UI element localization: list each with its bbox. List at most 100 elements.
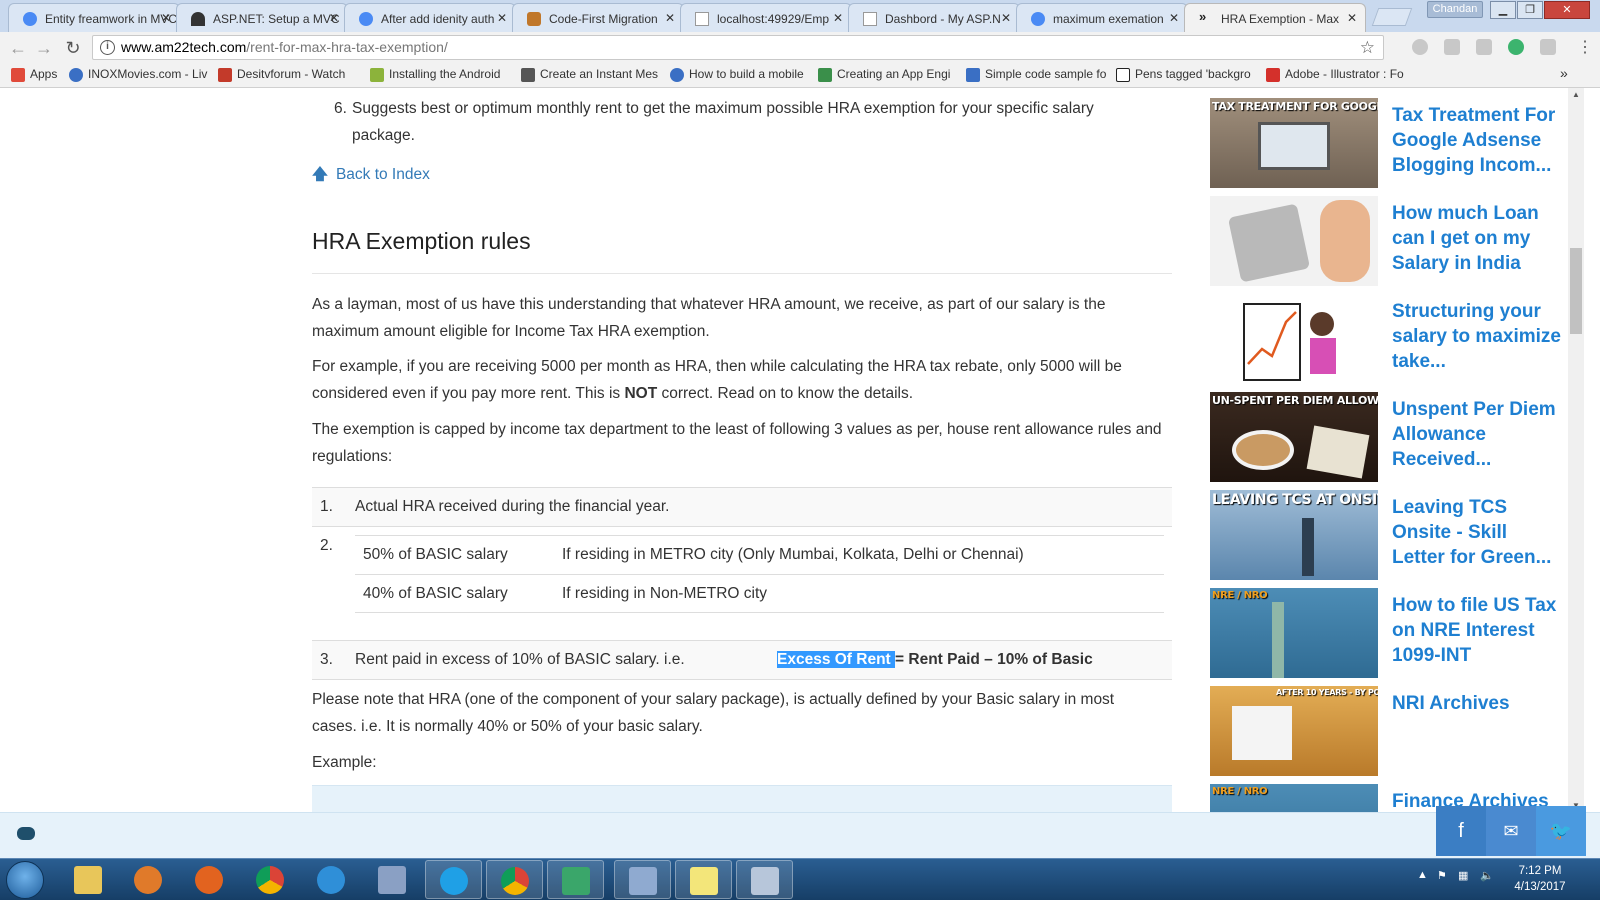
taskbar-media-player[interactable] [120, 860, 177, 899]
taskbar-chrome-active[interactable] [486, 860, 543, 899]
post-thumbnail[interactable] [1210, 294, 1378, 384]
address-bar[interactable]: i www.am22tech.com/rent-for-max-hra-tax-… [92, 35, 1384, 60]
taskbar-sticky-notes[interactable] [675, 860, 732, 899]
minimize-button[interactable]: ▁ [1490, 1, 1516, 19]
taskbar-firefox[interactable] [181, 860, 238, 899]
post-title-link[interactable]: Tax Treatment For Google Adsense Bloggin… [1392, 103, 1562, 178]
post-thumbnail[interactable]: UN-SPENT PER DIEM ALLOWANCE [1210, 392, 1378, 482]
close-icon[interactable]: ✕ [1169, 11, 1179, 25]
taskbar-paint[interactable] [736, 860, 793, 899]
bookmark-item[interactable]: Installing the Android [370, 67, 500, 82]
browser-tab[interactable]: localhost:49929/Emp ✕ [680, 3, 852, 32]
taskbar-internet-explorer[interactable] [303, 860, 360, 899]
browser-tab-active[interactable]: » HRA Exemption - Max ✕ [1184, 3, 1366, 32]
browser-tab[interactable]: After add idenity auth ✕ [344, 3, 516, 32]
scroll-up-icon[interactable]: ▲ [1572, 90, 1580, 99]
browser-tab[interactable]: ASP.NET: Setup a MVC ✕ [176, 3, 348, 32]
post-title-link[interactable]: How much Loan can I get on my Salary in … [1392, 201, 1562, 276]
close-icon[interactable]: ✕ [833, 11, 843, 25]
volume-icon[interactable]: 🔈 [1480, 869, 1494, 882]
post-thumbnail[interactable]: NRE / NRO [1210, 784, 1378, 812]
post-thumbnail[interactable] [1210, 196, 1378, 286]
browser-tab[interactable]: Code-First Migration ✕ [512, 3, 684, 32]
browser-tab[interactable]: Dashbord - My ASP.N ✕ [848, 3, 1020, 32]
bookmark-label: How to build a mobile [689, 67, 804, 81]
post-thumbnail[interactable]: NRE / NRO [1210, 588, 1378, 678]
codepen-icon [1116, 68, 1130, 82]
receipts-image [1306, 425, 1370, 479]
back-to-index-link[interactable]: 🡅 Back to Index [312, 162, 430, 189]
reload-icon[interactable]: ↻ [62, 37, 84, 59]
action-center-icon[interactable]: ⚑ [1437, 869, 1447, 882]
bookmarks-overflow[interactable]: » [1560, 65, 1568, 81]
post-thumbnail[interactable]: LEAVING TCS AT ONSITE [1210, 490, 1378, 580]
taskbar-snipping-tool[interactable] [614, 860, 671, 899]
bookmark-item[interactable]: Pens tagged 'backgro [1116, 67, 1251, 82]
profile-button[interactable]: Chandan [1427, 1, 1483, 18]
extension-g-icon[interactable] [1444, 39, 1460, 55]
related-post[interactable]: UN-SPENT PER DIEM ALLOWANCE Unspent Per … [1210, 392, 1560, 482]
post-title-link[interactable]: How to file US Tax on NRE Interest 1099-… [1392, 593, 1562, 668]
related-post[interactable]: TAX TREATMENT FOR GOOGLE ADSENSE Tax Tre… [1210, 98, 1560, 188]
android-icon [370, 68, 384, 82]
vertical-scrollbar[interactable]: ▲ ▼ [1568, 88, 1584, 812]
extension-puzzle-icon[interactable] [1540, 39, 1556, 55]
menu-icon[interactable]: ⋮ [1574, 37, 1596, 59]
post-title-link[interactable]: Unspent Per Diem Allowance Received... [1392, 397, 1562, 472]
close-icon[interactable]: ✕ [1347, 11, 1357, 25]
close-icon[interactable]: ✕ [497, 11, 507, 25]
back-arrow-icon[interactable]: ← [7, 37, 29, 59]
network-tray-icon[interactable]: ▦ [1458, 869, 1468, 882]
browser-tab[interactable]: Entity freamwork in MVC ✕ [8, 3, 180, 32]
related-post[interactable]: NRE / NRO How to file US Tax on NRE Inte… [1210, 588, 1560, 678]
system-clock[interactable]: 7:12 PM 4/13/2017 [1505, 863, 1575, 895]
extension-chat-icon[interactable] [1508, 39, 1524, 55]
taskbar-skype[interactable] [425, 860, 482, 899]
statue-image [1302, 518, 1314, 576]
scrollbar-thumb[interactable] [1570, 248, 1582, 334]
forward-arrow-icon[interactable]: → [33, 37, 55, 59]
maximize-button[interactable]: ❐ [1517, 1, 1543, 19]
chat-bubble-icon[interactable] [17, 827, 35, 840]
related-post[interactable]: How much Loan can I get on my Salary in … [1210, 196, 1560, 286]
post-thumbnail[interactable]: AFTER 10 YEARS - BY POST [1210, 686, 1378, 776]
bookmark-item[interactable]: Adobe - Illustrator : Fo [1266, 67, 1404, 82]
post-thumbnail[interactable]: TAX TREATMENT FOR GOOGLE ADSENSE [1210, 98, 1378, 188]
bookmark-star-icon[interactable]: ☆ [1360, 36, 1375, 59]
taskbar-network-tool[interactable] [364, 860, 421, 899]
taskbar-visual-studio[interactable] [547, 860, 604, 899]
windows-taskbar: ▲ ⚑ ▦ 🔈 7:12 PM 4/13/2017 [0, 858, 1600, 900]
taskbar-explorer[interactable] [60, 860, 117, 899]
bookmark-item[interactable]: Simple code sample fo [966, 67, 1106, 82]
post-title-link[interactable]: Leaving TCS Onsite - Skill Letter for Gr… [1392, 495, 1562, 570]
extension-camera-icon[interactable] [1476, 39, 1492, 55]
taskbar-chrome[interactable] [242, 860, 299, 899]
new-tab-button[interactable] [1371, 8, 1413, 26]
related-post[interactable]: LEAVING TCS AT ONSITE Leaving TCS Onsite… [1210, 490, 1560, 580]
bookmark-item[interactable]: Desitvforum - Watch [218, 67, 345, 82]
facebook-share-button[interactable]: f [1436, 806, 1486, 856]
bookmark-item[interactable]: Create an Instant Mes [521, 67, 658, 82]
related-post[interactable]: Structuring your salary to maximize take… [1210, 294, 1562, 384]
start-button[interactable] [6, 861, 44, 899]
browser-tab[interactable]: maximum exemation ✕ [1016, 3, 1188, 32]
bookmark-item[interactable]: INOXMovies.com - Liv [69, 67, 207, 82]
related-post[interactable]: AFTER 10 YEARS - BY POST NRI Archives [1210, 686, 1560, 776]
close-icon[interactable]: ✕ [665, 11, 675, 25]
bookmark-item[interactable]: How to build a mobile [670, 67, 804, 82]
info-icon[interactable]: i [100, 40, 115, 55]
close-icon[interactable]: ✕ [329, 11, 339, 25]
close-window-button[interactable]: ✕ [1544, 1, 1590, 19]
bookmark-apps[interactable]: Apps [11, 67, 57, 82]
post-title-link[interactable]: Structuring your salary to maximize take… [1392, 299, 1562, 374]
post-title-link[interactable]: NRI Archives [1392, 691, 1562, 716]
extension-globe-icon[interactable] [1412, 39, 1428, 55]
email-share-button[interactable]: ✉ [1486, 806, 1536, 856]
twitter-share-button[interactable]: 🐦 [1536, 806, 1586, 856]
row-text: Rent paid in excess of 10% of BASIC sala… [355, 651, 685, 668]
close-icon[interactable]: ✕ [161, 11, 171, 25]
bookmarks-bar: Apps INOXMovies.com - Liv Desitvforum - … [0, 63, 1600, 88]
tray-overflow-icon[interactable]: ▲ [1417, 869, 1428, 881]
close-icon[interactable]: ✕ [1001, 11, 1011, 25]
bookmark-item[interactable]: Creating an App Engi [818, 67, 950, 82]
